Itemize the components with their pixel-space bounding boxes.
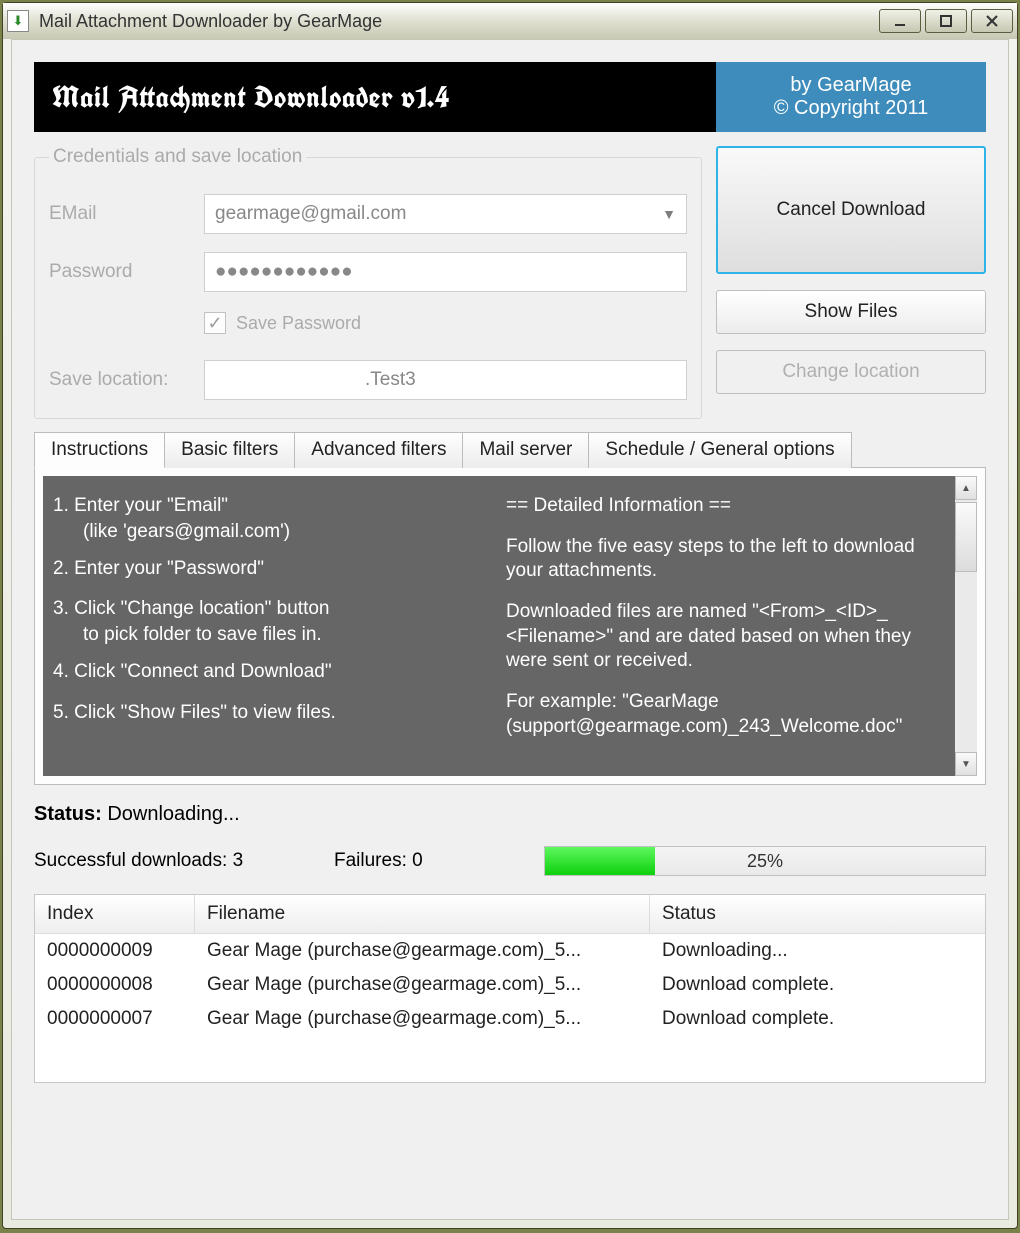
save-location-label: Save location: (49, 369, 204, 391)
cell-status: Download complete. (650, 1002, 985, 1036)
minimize-button[interactable] (879, 9, 921, 33)
client-area: Mail Attachment Downloader v1.4 by GearM… (11, 39, 1009, 1220)
success-label: Successful downloads: (34, 850, 227, 871)
titlebar: ⬇ Mail Attachment Downloader by GearMage (3, 3, 1017, 39)
tab-basic-filters[interactable]: Basic filters (164, 432, 295, 468)
scroll-down-icon[interactable]: ▼ (955, 752, 977, 776)
change-location-button[interactable]: Change location (716, 350, 986, 394)
step-1-note: (like 'gears@gmail.com') (53, 521, 492, 543)
scroll-up-icon[interactable]: ▲ (955, 476, 977, 500)
maximize-button[interactable] (925, 9, 967, 33)
status-line: Status: Downloading... (34, 803, 986, 826)
col-index[interactable]: Index (35, 895, 195, 933)
email-value: gearmage@gmail.com (215, 203, 406, 225)
step-5: 5. Click "Show Files" to view files. (53, 701, 492, 726)
credentials-group: Credentials and save location EMail gear… (34, 146, 702, 419)
scroll-thumb[interactable] (955, 502, 977, 572)
tab-advanced-filters[interactable]: Advanced filters (294, 432, 463, 468)
success-value: 3 (233, 850, 244, 871)
app-window: ⬇ Mail Attachment Downloader by GearMage… (2, 2, 1018, 1229)
col-status[interactable]: Status (650, 895, 985, 933)
table-row[interactable]: 0000000009Gear Mage (purchase@gearmage.c… (35, 934, 985, 968)
step-3-note: to pick folder to save files in. (53, 624, 492, 646)
step-1: 1. Enter your "Email" (53, 494, 492, 519)
save-password-checkbox[interactable]: ✓ (204, 312, 226, 334)
credentials-legend: Credentials and save location (49, 146, 306, 168)
save-password-label: Save Password (236, 313, 361, 334)
tab-schedule[interactable]: Schedule / General options (588, 432, 851, 468)
detail-heading: == Detailed Information == (506, 494, 945, 519)
step-2: 2. Enter your "Password" (53, 557, 492, 582)
tab-panel: 1. Enter your "Email" (like 'gears@gmail… (34, 467, 986, 785)
cell-index: 0000000008 (35, 968, 195, 1002)
failure-value: 0 (412, 850, 423, 871)
banner-by: by GearMage (790, 74, 911, 97)
tab-mail-server[interactable]: Mail server (462, 432, 589, 468)
email-label: EMail (49, 203, 204, 225)
tab-instructions[interactable]: Instructions (34, 432, 165, 468)
cell-status: Download complete. (650, 968, 985, 1002)
progress-bar: 25% (544, 846, 986, 876)
detail-p2: Downloaded files are named "<From>_<ID>_… (506, 600, 945, 674)
banner-title: Mail Attachment Downloader v1.4 (34, 62, 716, 132)
email-field[interactable]: gearmage@gmail.com ▼ (204, 194, 687, 234)
password-label: Password (49, 261, 204, 283)
show-files-button[interactable]: Show Files (716, 290, 986, 334)
success-count-label: Successful downloads: 3 (34, 850, 334, 872)
col-filename[interactable]: Filename (195, 895, 650, 933)
table-row[interactable]: 0000000008Gear Mage (purchase@gearmage.c… (35, 968, 985, 1002)
failure-count-label: Failures: 0 (334, 850, 544, 872)
status-value: Downloading... (107, 803, 239, 825)
detail-p1: Follow the five easy steps to the left t… (506, 535, 945, 584)
step-3: 3. Click "Change location" button (53, 597, 492, 622)
chevron-down-icon: ▼ (662, 206, 676, 222)
downloads-table: Index Filename Status 0000000009Gear Mag… (34, 894, 986, 1083)
tabs: Instructions Basic filters Advanced filt… (34, 431, 986, 785)
instructions-panel: 1. Enter your "Email" (like 'gears@gmail… (43, 476, 977, 776)
step-4: 4. Click "Connect and Download" (53, 660, 492, 685)
progress-percent: 25% (545, 847, 985, 875)
banner-credit: by GearMage © Copyright 2011 (716, 62, 986, 132)
cell-index: 0000000009 (35, 934, 195, 968)
scroll-track[interactable] (955, 572, 977, 752)
cancel-download-button[interactable]: Cancel Download (716, 146, 986, 274)
banner: Mail Attachment Downloader v1.4 by GearM… (34, 62, 986, 132)
cell-status: Downloading... (650, 934, 985, 968)
cell-filename: Gear Mage (purchase@gearmage.com)_5... (195, 934, 650, 968)
close-button[interactable] (971, 9, 1013, 33)
status-label: Status: (34, 803, 102, 825)
cell-filename: Gear Mage (purchase@gearmage.com)_5... (195, 968, 650, 1002)
failure-label: Failures: (334, 850, 407, 871)
password-value: ●●●●●●●●●●●● (215, 261, 353, 283)
window-title: Mail Attachment Downloader by GearMage (39, 11, 879, 32)
banner-copyright: © Copyright 2011 (774, 97, 928, 120)
app-icon: ⬇ (7, 10, 29, 32)
instructions-scrollbar[interactable]: ▲ ▼ (955, 476, 977, 776)
save-location-value: .Test3 (365, 369, 416, 391)
save-location-field[interactable]: .Test3 (204, 360, 687, 400)
cell-index: 0000000007 (35, 1002, 195, 1036)
password-field[interactable]: ●●●●●●●●●●●● (204, 252, 687, 292)
table-row[interactable]: 0000000007Gear Mage (purchase@gearmage.c… (35, 1002, 985, 1036)
detail-p3: For example: "GearMage (support@gearmage… (506, 690, 945, 739)
cell-filename: Gear Mage (purchase@gearmage.com)_5... (195, 1002, 650, 1036)
